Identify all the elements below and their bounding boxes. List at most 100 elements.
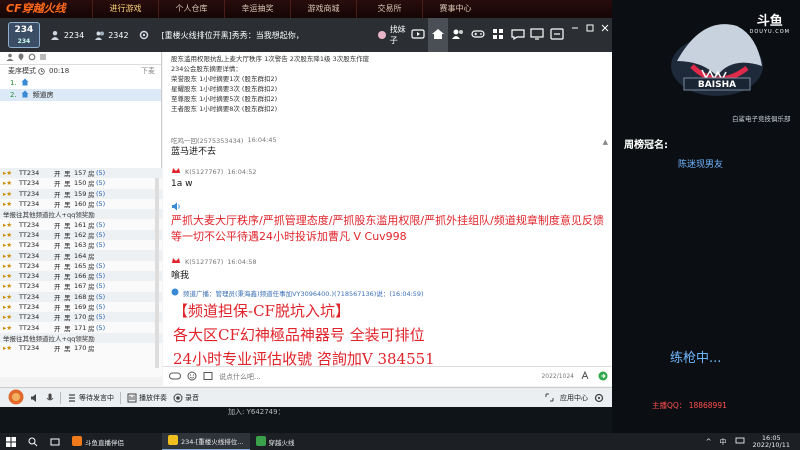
- accompany-button[interactable]: 播放伴奏: [127, 393, 167, 403]
- minimize-button[interactable]: [567, 20, 582, 38]
- send-button[interactable]: [596, 370, 610, 384]
- task-view-button[interactable]: [44, 433, 66, 450]
- font-style-icon[interactable]: [580, 370, 590, 383]
- start-button[interactable]: [0, 433, 22, 450]
- user-count: (5): [96, 303, 106, 311]
- game-tab-inventory[interactable]: 个人仓库: [158, 0, 224, 18]
- system-clock[interactable]: 16:05 2022/10/11: [753, 434, 790, 449]
- user-row[interactable]: ▸★ TT234 开黑 157 房 (5): [0, 168, 162, 179]
- user-row[interactable]: ▸★ TT234 开黑 150 房 (5): [0, 178, 162, 188]
- expand-button[interactable]: [545, 393, 554, 402]
- ad-line-3: 24小时专业评估收號 咨詢加V 384551: [173, 350, 435, 366]
- grid-button[interactable]: [488, 18, 508, 52]
- announcement-line: 234公会股东摘要详情：: [171, 65, 242, 73]
- find-partner-label: 找妹子: [389, 25, 406, 45]
- video-button[interactable]: [408, 18, 428, 52]
- gamepad-emoji-icon[interactable]: [169, 371, 181, 383]
- queue-button[interactable]: 等待发言中: [67, 393, 114, 403]
- channel-panel-icons: [0, 52, 161, 65]
- user-row[interactable]: ▸★ TT234 开黑 165 房 (5): [0, 261, 162, 271]
- user-row[interactable]: ▸★ TT234 开黑 166 房 (5): [0, 270, 162, 282]
- taskbar-app-cf[interactable]: 穿越火线: [250, 433, 301, 450]
- user-row[interactable]: ▸★ TT234 开黑 171 房 (5): [0, 322, 162, 333]
- user-row[interactable]: ▸★ TT234 开黑 163 房 (5): [0, 240, 162, 250]
- game-tab-exchange[interactable]: 交易所: [356, 0, 422, 18]
- game-tab-lottery[interactable]: 幸运抽奖: [224, 0, 290, 18]
- user-open-tag: 开: [54, 345, 61, 354]
- user-count: (5): [96, 261, 106, 270]
- user-row[interactable]: ▸★ TT234 开黑 168 房 (5): [0, 291, 162, 302]
- promo-row[interactable]: 举报往其他频道拉人+qq领奖励: [0, 332, 162, 344]
- user-row[interactable]: ▸★ TT234 开黑 162 房 (5): [0, 229, 162, 241]
- emoji-icon[interactable]: [187, 371, 197, 383]
- user-room-label: 房: [88, 273, 95, 282]
- settings-icon[interactable]: [28, 53, 36, 63]
- chat-scroll-up-icon[interactable]: ▲: [603, 138, 608, 146]
- home-button[interactable]: [428, 18, 448, 52]
- user-icon[interactable]: [6, 53, 14, 63]
- user-row[interactable]: ▸★ TT234 开黑 170 房: [0, 343, 162, 353]
- network-icon[interactable]: [731, 437, 749, 447]
- game-tab-mall[interactable]: 游戏商城: [290, 0, 356, 18]
- user-row[interactable]: ▸★ TT234 开黑 160 房 (5): [0, 199, 162, 209]
- message-user[interactable]: K(5127767): [185, 168, 223, 176]
- app-center-button[interactable]: 应用中心: [560, 393, 588, 403]
- screen-button[interactable]: [528, 18, 548, 52]
- game-tab-play[interactable]: 进行游戏: [92, 0, 158, 18]
- speaker-volume-button[interactable]: [30, 393, 40, 403]
- maximize-button[interactable]: [582, 20, 597, 38]
- channel-item-1[interactable]: 1.: [0, 77, 161, 89]
- user-room-number: 165: [74, 261, 87, 270]
- chat-button[interactable]: [508, 18, 528, 52]
- stream-overlay: BAISHA 斗鱼 DOUYU.COM 白鲨电子竞技俱乐部 周榜冠名: 陈迷现男…: [612, 0, 800, 433]
- location-icon[interactable]: [17, 53, 25, 63]
- user-open-tag: 开: [54, 201, 61, 210]
- message-time: 16:04:58: [227, 257, 257, 266]
- accompany-label: 播放伴奏: [139, 393, 167, 402]
- user-row[interactable]: ▸★ TT234 开黑 164 房: [0, 250, 162, 261]
- taskbar-app-yy[interactable]: 234-[重楼火线排位...: [162, 433, 250, 450]
- channel-list-scrollbar[interactable]: [155, 178, 159, 368]
- close-button[interactable]: [597, 20, 612, 38]
- user-room-number: 150: [74, 179, 87, 188]
- find-partner-button[interactable]: 找妹子: [377, 24, 408, 46]
- user-row[interactable]: ▸★ TT234 开黑 169 房 (5): [0, 302, 162, 312]
- image-icon[interactable]: [203, 371, 213, 383]
- search-button[interactable]: [22, 433, 44, 450]
- user-black-tag: 黑: [64, 170, 71, 179]
- user-room-label: 房: [88, 283, 95, 292]
- mic-mode-row: 麦序模式 00:18 下麦: [0, 65, 161, 77]
- user-avatar[interactable]: [8, 389, 24, 407]
- room-badge[interactable]: 234 234: [8, 22, 40, 48]
- taskbar-app-douyu[interactable]: 斗鱼直播伴侣: [66, 433, 130, 450]
- user-black-tag: 黑: [64, 273, 71, 282]
- game-button[interactable]: [468, 18, 488, 52]
- user-row[interactable]: ▸★ TT234 开黑 159 房 (5): [0, 188, 162, 199]
- user-room-number: 157: [74, 169, 87, 178]
- record-button[interactable]: 录音: [173, 393, 199, 403]
- user-name: TT234: [19, 303, 40, 311]
- user-row[interactable]: ▸★ TT234 开黑 167 房 (5): [0, 281, 162, 291]
- user-black-tag: 黑: [64, 201, 71, 210]
- user-black-tag: 黑: [64, 314, 71, 323]
- user-row[interactable]: ▸★ TT234 开黑 170 房 (5): [0, 312, 162, 323]
- chat-input[interactable]: [219, 372, 519, 381]
- tray-chevron-icon[interactable]: ^: [702, 438, 716, 446]
- channel-item-2[interactable]: 2. 频道房: [0, 89, 161, 101]
- game-tab-events[interactable]: 赛事中心: [422, 0, 488, 18]
- ime-indicator[interactable]: 中: [716, 437, 731, 447]
- user-star-icon: ▸★: [3, 261, 13, 270]
- user-star-icon: ▸★: [3, 292, 13, 301]
- list-icon[interactable]: [39, 53, 47, 63]
- gear-setting[interactable]: [139, 30, 150, 41]
- user-name: TT234: [19, 220, 40, 229]
- promo-row[interactable]: 举报往其他频道拉人+qq领奖励: [0, 209, 162, 220]
- user-row[interactable]: ▸★ TT234 开黑 161 房 (5): [0, 219, 162, 230]
- members-button[interactable]: [448, 18, 468, 52]
- bottom-gear-button[interactable]: [594, 393, 604, 403]
- mic-button[interactable]: [46, 393, 54, 403]
- more-button[interactable]: [547, 18, 567, 52]
- message-user[interactable]: K(5127767): [185, 258, 223, 266]
- female-icon: [377, 30, 387, 41]
- leave-mic-button[interactable]: 下麦: [141, 66, 155, 76]
